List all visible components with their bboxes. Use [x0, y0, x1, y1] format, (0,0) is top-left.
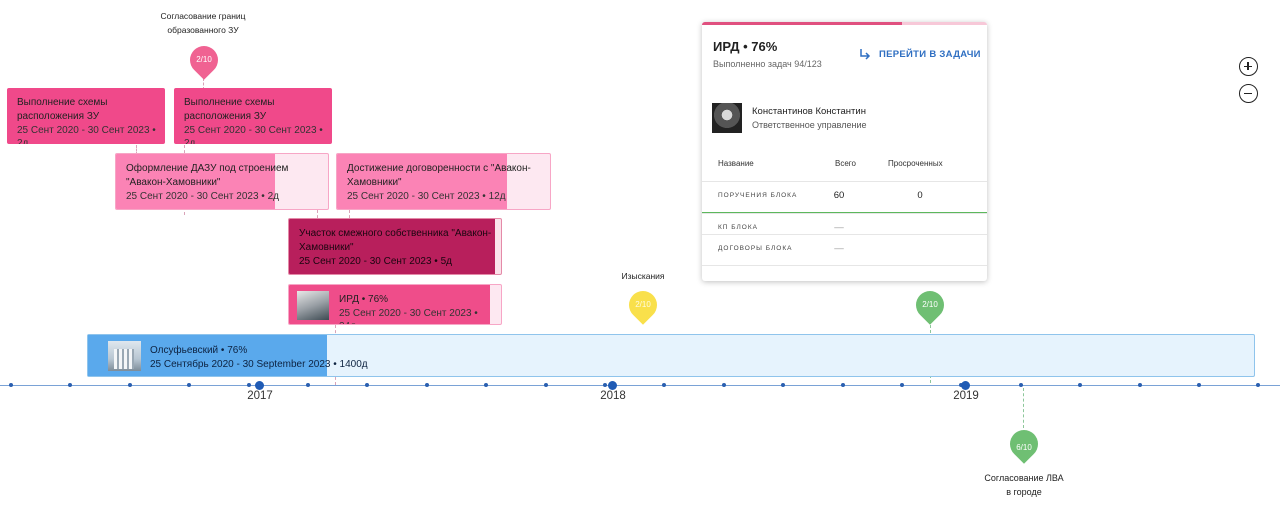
task-title: Выполнение схемы расположения ЗУ — [17, 97, 108, 122]
axis-tick — [306, 383, 310, 387]
task-card[interactable]: Достижение договоренности с "Авакон-Хамо… — [336, 153, 551, 210]
axis-tick — [425, 383, 429, 387]
axis-tick — [365, 383, 369, 387]
axis-tick — [187, 383, 191, 387]
axis-tick — [603, 383, 607, 387]
task-title: Выполнение схемы расположения ЗУ — [184, 97, 275, 122]
task-popup: ИРД • 76% Выполненно задач 94/123 ПЕРЕЙТ… — [702, 22, 987, 281]
column-header: Всего — [835, 159, 856, 168]
year-label: 2017 — [247, 390, 273, 402]
year-marker — [961, 381, 970, 390]
milestone-pin-label: 2/10 — [635, 300, 651, 309]
popup-progress-fill — [702, 22, 902, 25]
axis-tick — [781, 383, 785, 387]
milestone-pin-label: 2/10 — [196, 55, 212, 64]
task-title: Участок смежного собственника "Авакон-Ха… — [299, 228, 492, 253]
go-to-tasks-button[interactable]: ПЕРЕЙТИ В ЗАДАЧИ — [859, 46, 981, 62]
axis-tick — [722, 383, 726, 387]
milestone-caption: Согласование ЛВА в городе — [984, 473, 1064, 497]
table-row[interactable]: ПОРУЧЕНИЯ БЛОКА 60 0 — [702, 181, 987, 214]
axis-tick — [247, 383, 251, 387]
task-dates: 25 Сент 2020 - 30 Сент 2023 • 2д — [184, 125, 323, 144]
axis-tick — [900, 383, 904, 387]
task-thumbnail — [297, 291, 329, 320]
table-row[interactable]: ДОГОВОРЫ БЛОКА — — [702, 234, 987, 266]
milestone-caption: Изыскания — [621, 271, 665, 281]
task-title: ИРД • 76% — [339, 294, 389, 305]
milestone-caption: Согласование границ образованного ЗУ — [160, 11, 246, 35]
project-thumbnail — [108, 341, 141, 371]
avatar — [712, 103, 742, 133]
task-dates: 25 Сент 2020 - 30 Сент 2023 • 2д — [126, 191, 279, 202]
task-card[interactable]: Участок смежного собственника "Авакон-Ха… — [288, 218, 502, 275]
axis-tick — [1256, 383, 1260, 387]
popup-title: ИРД • 76% — [713, 39, 778, 54]
axis-tick — [544, 383, 548, 387]
zoom-out-button[interactable] — [1239, 84, 1258, 103]
task-dates: 25 Сент 2020 - 30 Сент 2023 • 12д — [347, 191, 506, 202]
person-name: Константинов Константин — [752, 106, 866, 117]
year-label: 2019 — [953, 390, 979, 402]
task-card[interactable]: Оформление ДАЗУ под строением "Авакон-Ха… — [115, 153, 329, 210]
column-header: Название — [718, 159, 754, 168]
task-dates: 25 Сент 2020 - 30 Сент 2023 • 24д — [339, 308, 478, 324]
connector-line — [1023, 388, 1024, 428]
axis-tick — [484, 383, 488, 387]
year-marker — [608, 381, 617, 390]
task-dates: 25 Сент 2020 - 30 Сент 2023 • 5д — [299, 256, 452, 267]
project-title: Олсуфьевский • 76% — [150, 345, 248, 356]
axis-tick — [662, 383, 666, 387]
year-label: 2018 — [600, 390, 626, 402]
axis-tick — [128, 383, 132, 387]
project-bar[interactable]: Олсуфьевский • 76% 25 Сентябрь 2020 - 30 … — [87, 334, 1255, 377]
task-dates: 25 Сент 2020 - 30 Сент 2023 • 2д — [17, 125, 156, 144]
milestone-pin-label: 2/10 — [922, 300, 938, 309]
popup-subtitle: Выполненно задач 94/123 — [713, 59, 822, 69]
axis-tick — [1078, 383, 1082, 387]
timeline-axis — [0, 385, 1280, 386]
task-title: Достижение договоренности с "Авакон-Хамо… — [347, 163, 531, 188]
year-marker — [255, 381, 264, 390]
milestone-pin-label: 6/10 — [1016, 443, 1032, 452]
task-card[interactable]: Выполнение схемы расположения ЗУ 25 Сент … — [7, 88, 165, 144]
task-card[interactable]: ИРД • 76% 25 Сент 2020 - 30 Сент 2023 • 2… — [288, 284, 502, 325]
task-title: Оформление ДАЗУ под строением "Авакон-Ха… — [126, 163, 289, 188]
axis-tick — [9, 383, 13, 387]
axis-tick — [841, 383, 845, 387]
project-dates: 25 Сентябрь 2020 - 30 September 2023 • 1… — [150, 359, 368, 370]
axis-tick — [1138, 383, 1142, 387]
go-to-tasks-label: ПЕРЕЙТИ В ЗАДАЧИ — [879, 48, 981, 60]
arrow-turn-icon — [860, 49, 871, 60]
column-header: Просроченных — [888, 159, 943, 168]
person-role: Ответственное управление — [752, 120, 867, 130]
popup-progress-track — [702, 22, 987, 25]
axis-tick — [1019, 383, 1023, 387]
task-card[interactable]: Выполнение схемы расположения ЗУ 25 Сент … — [174, 88, 332, 144]
zoom-in-button[interactable] — [1239, 57, 1258, 76]
axis-tick — [68, 383, 72, 387]
axis-tick — [1197, 383, 1201, 387]
